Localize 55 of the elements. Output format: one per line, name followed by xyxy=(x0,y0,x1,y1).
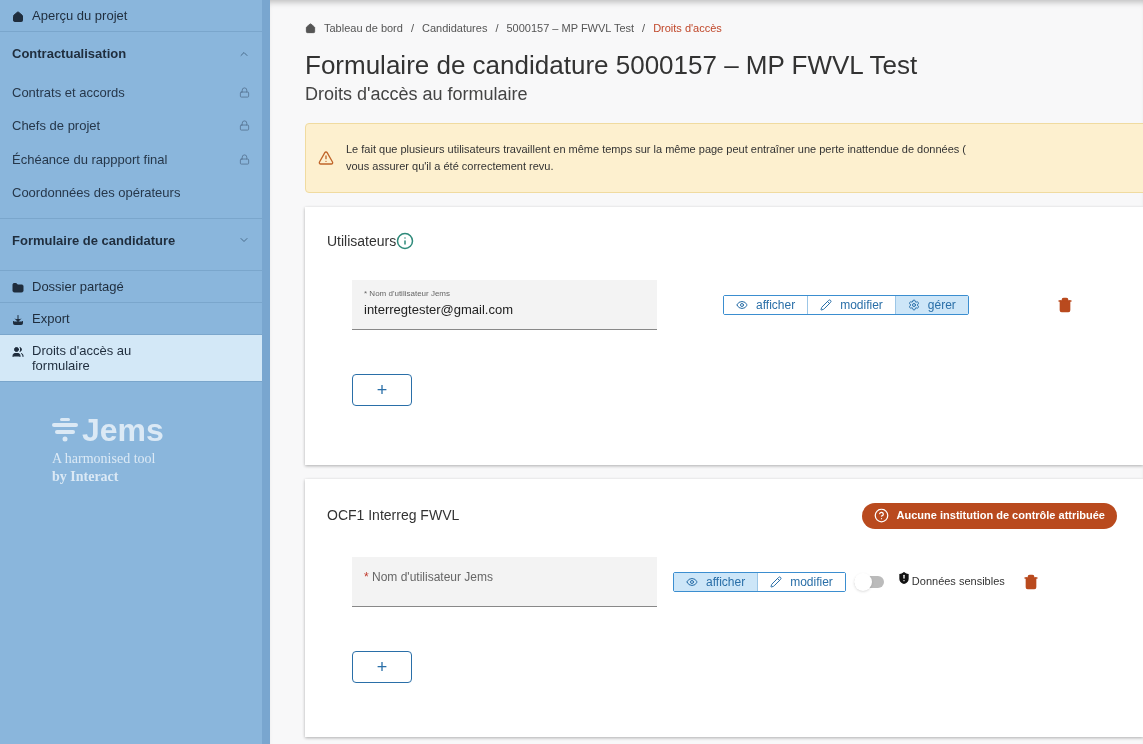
logo-tagline: A harmonised tool xyxy=(52,450,157,468)
eye-icon xyxy=(736,298,748,311)
permission-toggle[interactable]: gérer xyxy=(894,295,968,314)
sidebar-subitem[interactable]: Échéance du rappport final xyxy=(0,142,262,176)
breadcrumb-separator: / xyxy=(495,21,499,36)
home-icon xyxy=(12,11,24,23)
gear-icon xyxy=(907,298,920,311)
delete-icon[interactable] xyxy=(1056,296,1073,313)
card-title: Utilisateurs xyxy=(327,231,397,251)
sidebar-subitem[interactable]: Coordonnées des opérateurs xyxy=(0,176,262,210)
sidebar-item[interactable]: Dossier partagé xyxy=(0,271,262,303)
warning-text: Le fait que plusieurs utilisateurs travaillent en même temps sur la même page peut entraîner une perte inattendue de données ( xyxy=(346,141,967,157)
sidebar-subitem[interactable]: Chefs de projet xyxy=(0,109,262,143)
home-icon xyxy=(305,22,316,34)
logo-tagline: by Interact xyxy=(52,468,120,486)
logo-mark-icon xyxy=(52,418,78,442)
field-value: interregtester@gmail.com xyxy=(364,301,515,320)
permission-toggle[interactable]: afficher xyxy=(674,572,758,591)
users-icon xyxy=(12,346,24,358)
download-icon xyxy=(12,314,24,326)
toggle-switch[interactable] xyxy=(853,575,884,588)
help-icon xyxy=(873,508,889,523)
card-title: OCF1 Interreg FWVL xyxy=(327,506,460,525)
sidebar-item[interactable]: Aperçu du projet xyxy=(0,0,262,32)
warning-icon xyxy=(318,149,334,166)
breadcrumb-link[interactable]: Tableau de bord xyxy=(324,20,403,37)
shield-icon xyxy=(895,569,912,586)
add-button[interactable]: + xyxy=(352,373,412,406)
username-field[interactable]: * Nom d'utilisateur Jems interregtester@gmail.com xyxy=(352,279,657,330)
folder-icon xyxy=(12,282,24,294)
breadcrumb-link[interactable]: 5000157 – MP FWVL Test xyxy=(506,20,635,37)
sensitive-label: Données sensibles xyxy=(911,574,1005,590)
breadcrumb-link[interactable]: Droits d'accès xyxy=(653,20,722,37)
breadcrumb-separator: / xyxy=(410,21,414,36)
sidebar-item[interactable]: Droits d'accès au formulaire xyxy=(0,335,262,382)
logo: Jems xyxy=(52,414,262,446)
sidebar-subitem[interactable]: Contrats et accords xyxy=(0,75,262,109)
page-title: Formulaire de candidature 5000157 – MP FWVL Test xyxy=(305,48,919,81)
status-badge: Aucune institution de contrôle attribuée xyxy=(861,502,1117,529)
pencil-icon xyxy=(770,575,783,588)
eye-icon xyxy=(686,575,698,588)
add-button[interactable]: + xyxy=(352,650,412,683)
sidebar-section-header[interactable]: Contractualisation xyxy=(0,32,262,76)
warning-text: vous assurer qu'il a été correctement revu. xyxy=(346,158,555,174)
breadcrumb-separator: / xyxy=(642,21,646,36)
delete-icon[interactable] xyxy=(1022,573,1039,590)
username-field[interactable]: * Nom d'utilisateur Jems xyxy=(352,556,657,607)
field-label: * Nom d'utilisateur Jems xyxy=(364,288,452,301)
breadcrumb-link[interactable]: Candidatures xyxy=(421,20,488,37)
info-icon xyxy=(396,232,415,250)
permission-toggle[interactable]: modifier xyxy=(757,572,845,591)
field-placeholder: * Nom d'utilisateur Jems xyxy=(364,569,494,586)
pencil-icon xyxy=(820,298,833,311)
page-subtitle: Droits d'accès au formulaire xyxy=(305,82,529,106)
sidebar-section-header[interactable]: Formulaire de candidature xyxy=(0,218,262,262)
